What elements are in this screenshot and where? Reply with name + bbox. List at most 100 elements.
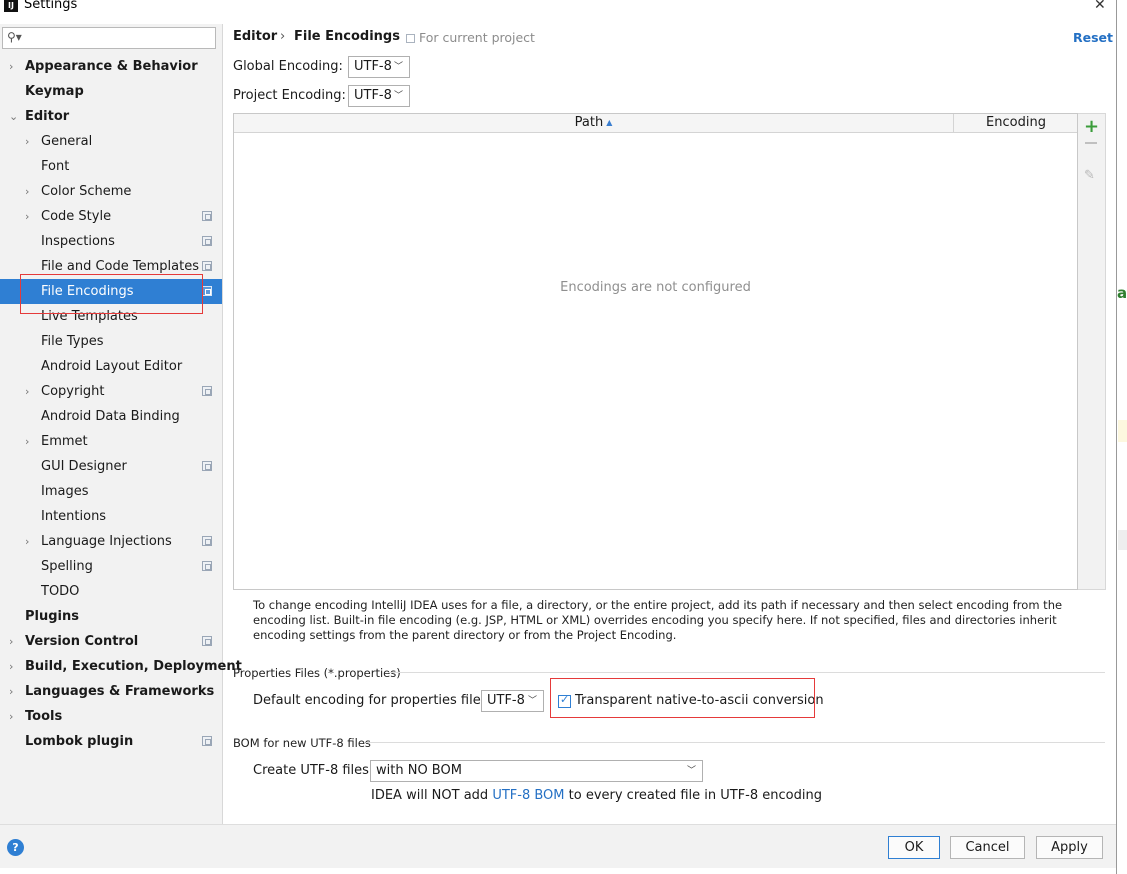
sidebar-item-label: Plugins [25,609,79,624]
chevron-down-icon: ﹀ [686,766,696,776]
chevron-right-icon[interactable]: › [25,379,29,404]
close-icon[interactable]: ✕ [1094,0,1106,13]
chevron-right-icon[interactable]: › [25,179,29,204]
sidebar-item-todo[interactable]: TODO [0,579,222,604]
sidebar-item-languages-frameworks[interactable]: › Languages & Frameworks [0,679,222,704]
sidebar-item-label: Images [41,484,89,499]
sidebar-item-label: Keymap [25,84,84,99]
chevron-right-icon[interactable]: › [9,654,13,679]
sidebar-item-label: Lombok plugin [25,734,134,749]
ok-button[interactable]: OK [888,836,940,859]
chevron-right-icon[interactable]: › [9,679,13,704]
sidebar-item-android-data-binding[interactable]: Android Data Binding [0,404,222,429]
sidebar-item-label: Code Style [41,209,112,224]
sidebar-item-version-control[interactable]: › Version Control [0,629,222,654]
remove-icon[interactable] [1085,142,1097,144]
project-scope-icon [202,461,212,471]
chevron-right-icon[interactable]: › [9,704,13,729]
chevron-right-icon[interactable]: › [25,429,29,454]
sidebar-item-label: Android Data Binding [41,409,180,424]
chevron-right-icon[interactable]: › [9,54,13,79]
sidebar-item-appearance-behavior[interactable]: › Appearance & Behavior [0,54,222,79]
sidebar-item-emmet[interactable]: › Emmet [0,429,222,454]
sidebar-item-font[interactable]: Font [0,154,222,179]
sidebar-item-general[interactable]: › General [0,129,222,154]
sidebar-item-label: Appearance & Behavior [25,59,198,74]
section-divider [388,672,1105,673]
sidebar-item-copyright[interactable]: › Copyright [0,379,222,404]
cancel-button[interactable]: Cancel [950,836,1025,859]
bom-select[interactable]: with NO BOM ﹀ [370,760,703,782]
sidebar-item-color-scheme[interactable]: › Color Scheme [0,179,222,204]
sidebar-item-label: Android Layout Editor [41,359,183,374]
search-input[interactable]: ⚲▾ [2,27,216,49]
sidebar-item-keymap[interactable]: Keymap [0,79,222,104]
properties-encoding-value: UTF-8 [487,693,525,708]
empty-table-message: Encodings are not configured [560,280,751,295]
bom-note-text-end: to every created file in UTF-8 encoding [564,788,822,803]
global-encoding-value: UTF-8 [354,59,392,74]
sidebar-item-label: File Types [41,334,104,349]
chevron-down-icon: ﹀ [393,91,403,101]
help-icon[interactable]: ? [7,839,24,856]
sidebar-item-language-injections[interactable]: › Language Injections [0,529,222,554]
sidebar-item-gui-designer[interactable]: GUI Designer [0,454,222,479]
sidebar-item-inspections[interactable]: Inspections [0,229,222,254]
chevron-right-icon[interactable]: › [25,529,29,554]
encodings-table[interactable]: Path ▲ Encoding Encodings are not configu… [233,113,1078,590]
sidebar-item-lombok-plugin[interactable]: Lombok plugin [0,729,222,754]
project-encoding-select[interactable]: UTF-8 ﹀ [348,85,410,107]
sidebar-item-tools[interactable]: › Tools [0,704,222,729]
sidebar-item-android-layout-editor[interactable]: Android Layout Editor [0,354,222,379]
apply-button[interactable]: Apply [1036,836,1103,859]
sidebar-item-images[interactable]: Images [0,479,222,504]
sidebar-item-label: Version Control [25,634,139,649]
reset-link[interactable]: Reset [1073,30,1113,45]
window-title: Settings [24,0,78,12]
sidebar-item-label: Emmet [41,434,88,449]
edit-pencil-icon[interactable]: ✎ [1084,168,1095,183]
background-text-fragment: a [1117,284,1127,302]
project-scope-icon [202,386,212,396]
chevron-right-icon[interactable]: › [9,629,13,654]
sidebar-item-file-types[interactable]: File Types [0,329,222,354]
bom-note: IDEA will NOT add UTF-8 BOM to every cre… [371,788,822,803]
sidebar-item-editor[interactable]: ⌄ Editor [0,104,222,129]
sidebar-item-label: Spelling [41,559,93,574]
sidebar-item-plugins[interactable]: Plugins [0,604,222,629]
encoding-help-text: To change encoding IntelliJ IDEA uses fo… [253,598,1063,642]
sidebar-item-intentions[interactable]: Intentions [0,504,222,529]
project-scope-icon [202,261,212,271]
breadcrumb-editor[interactable]: Editor [233,29,277,44]
sidebar-item-label: General [41,134,93,149]
chevron-down-icon: ﹀ [527,696,537,706]
project-scope-icon [202,561,212,571]
chevron-down-icon[interactable]: ⌄ [9,104,18,129]
sidebar-item-label: Build, Execution, Deployment [25,659,242,674]
properties-default-label: Default encoding for properties files: [253,693,492,708]
title-bar: IJ Settings ✕ [0,0,1117,16]
sidebar-item-label: Language Injections [41,534,172,549]
sidebar-item-spelling[interactable]: Spelling [0,554,222,579]
global-encoding-select[interactable]: UTF-8 ﹀ [348,56,410,78]
properties-encoding-select[interactable]: UTF-8 ﹀ [481,690,544,712]
sidebar-item-build-execution-deployment[interactable]: › Build, Execution, Deployment [0,654,242,679]
chevron-right-icon[interactable]: › [25,204,29,229]
chevron-right-icon[interactable]: › [25,129,29,154]
chevron-down-icon: ﹀ [393,62,403,72]
sort-ascending-icon: ▲ [606,118,613,127]
sidebar-item-label: Color Scheme [41,184,132,199]
sidebar-item-label: Intentions [41,509,107,524]
properties-section-title: Properties Files (*.properties) [233,666,401,680]
intellij-logo-icon: IJ [4,0,18,12]
column-header-encoding[interactable]: Encoding [955,114,1077,133]
utf8-bom-link[interactable]: UTF-8 BOM [492,788,564,803]
table-header: Path ▲ Encoding [234,114,1077,133]
column-header-path[interactable]: Path ▲ [234,114,954,133]
project-encoding-value: UTF-8 [354,88,392,103]
sidebar-item-code-style[interactable]: › Code Style [0,204,222,229]
bom-select-value: with NO BOM [376,763,462,778]
background-highlight [1118,420,1127,442]
project-scope-icon [202,736,212,746]
add-icon[interactable]: + [1084,116,1099,137]
